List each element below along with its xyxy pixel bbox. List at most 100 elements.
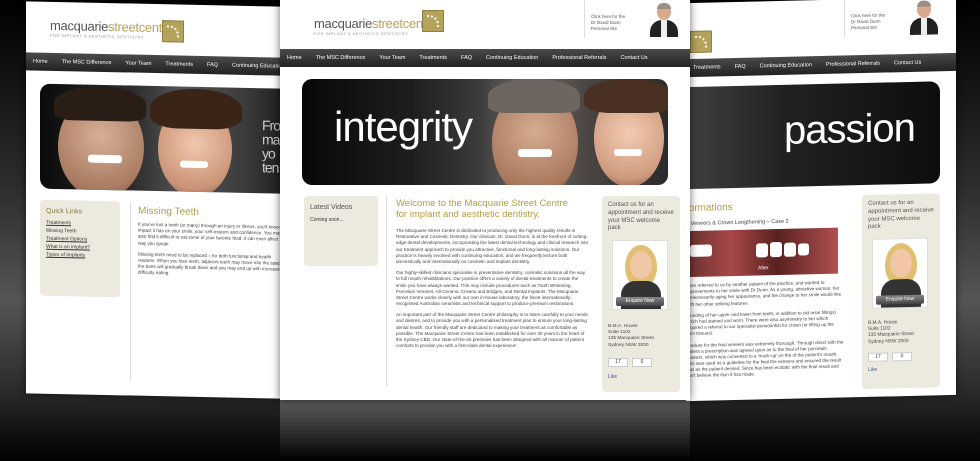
body-paragraph: ocedure for the final veneers was extrem… bbox=[686, 338, 844, 379]
nav-professional-referrals[interactable]: Professional Referrals bbox=[819, 61, 887, 69]
page-body: been referred to us by another patient o… bbox=[686, 279, 844, 384]
nav-treatments[interactable]: Treatments bbox=[686, 64, 728, 71]
nav-contact-us[interactable]: Contact Us bbox=[887, 60, 928, 67]
logo-tagline: FOR IMPLANT & AESTHETIC DENTISTRY bbox=[314, 31, 409, 36]
nav-faq[interactable]: FAQ bbox=[454, 55, 479, 61]
site-logo[interactable]: macquariestreetcentre FOR IMPLANT & AEST… bbox=[314, 16, 437, 36]
nav-home[interactable]: Home bbox=[26, 58, 55, 65]
left-page-preview: macquariestreetcentre FOR IMPLANT & AEST… bbox=[26, 1, 282, 399]
body-paragraph: An important part of the Macquarie Stree… bbox=[396, 312, 588, 349]
logo-prefix: macquarie bbox=[314, 16, 372, 31]
center-page-preview: macquariestreetcentre FOR IMPLANT & AEST… bbox=[280, 0, 690, 400]
hero-line-4: ten s bbox=[262, 159, 282, 176]
tooth bbox=[770, 241, 782, 258]
hero-tagline: From make yo ten s bbox=[262, 117, 282, 176]
welcome-line: for implant and aesthetic dentistry. bbox=[396, 209, 540, 221]
hero-banner: passion bbox=[686, 81, 940, 190]
latest-videos-box: Latest Videos Coming soon... bbox=[304, 196, 378, 266]
hero-smile bbox=[88, 154, 122, 164]
body-paragraph: If you've lost a tooth (or many) through… bbox=[138, 221, 282, 246]
hero-banner: From make yo ten s bbox=[40, 83, 282, 195]
tooth bbox=[690, 244, 712, 257]
nav-contact-us[interactable]: Contact Us bbox=[613, 55, 654, 61]
facebook-like-button[interactable]: Like bbox=[868, 367, 877, 373]
contact-heading: Contact us for an appointment and receiv… bbox=[868, 199, 934, 231]
nav-faq[interactable]: FAQ bbox=[200, 62, 225, 69]
logo-mark-icon bbox=[690, 30, 712, 53]
body-paragraph: rounding of her upper and lower front te… bbox=[686, 309, 836, 337]
hero-man-hair bbox=[54, 85, 146, 122]
latest-videos-text: Coming soon... bbox=[310, 217, 344, 223]
address-line: 135 Macquarie Street bbox=[608, 336, 654, 342]
body-paragraph: Our highly-skilled clinicians specialise… bbox=[396, 270, 586, 307]
hero-woman-smile bbox=[180, 160, 208, 169]
hero-word: passion bbox=[784, 105, 915, 153]
doctor-link-text: Click here for the Dr David Dunn Persona… bbox=[591, 14, 625, 32]
column-divider bbox=[130, 201, 131, 382]
doctor-link-text: Click here for the Dr David Dunn Persona… bbox=[851, 13, 885, 31]
doctor-link-line: Dr David Dunn bbox=[591, 19, 621, 25]
floor-reflection bbox=[280, 400, 690, 461]
tooth bbox=[784, 242, 796, 257]
nav-treatments[interactable]: Treatments bbox=[412, 55, 454, 61]
facebook-like-button[interactable]: Like bbox=[608, 374, 617, 380]
welcome-heading: Welcome to the Macquarie Street Centre f… bbox=[396, 198, 568, 221]
main-nav: Home The MSC Difference Your Team Treatm… bbox=[26, 52, 282, 76]
doctor-link-line: Personal site bbox=[591, 25, 618, 31]
nav-msc-difference[interactable]: The MSC Difference bbox=[309, 55, 373, 61]
doctor-photo bbox=[908, 0, 940, 35]
after-label: After bbox=[758, 265, 769, 272]
contact-box: Contact us for an appointment and receiv… bbox=[602, 196, 680, 392]
doctor-photo bbox=[648, 3, 680, 37]
nav-continuing-education[interactable]: Continuing Education bbox=[753, 62, 819, 70]
body-paragraph: Missing teeth need to be replaced – for … bbox=[138, 251, 282, 276]
hero-man-hair bbox=[488, 79, 580, 113]
body-paragraph: The Macquarie Street Centre is dedicated… bbox=[396, 228, 589, 264]
enquire-now-button[interactable]: Enquire Now bbox=[616, 297, 664, 306]
address-line: Sydney NSW 2000 bbox=[608, 342, 649, 348]
doctor-link-line: Click here for the bbox=[591, 14, 626, 19]
quick-link-types-of-implants[interactable]: Types of Implants bbox=[40, 251, 120, 261]
hero-woman-smile bbox=[614, 149, 642, 156]
latest-videos-title: Latest Videos bbox=[310, 204, 353, 211]
right-page-preview: Click here for the Dr David Dunn Persona… bbox=[686, 0, 956, 402]
quick-links-box: Quick Links Treatments Missing Teeth Tre… bbox=[40, 199, 120, 298]
page-heading: Missing Teeth bbox=[138, 205, 199, 218]
column-divider bbox=[386, 196, 387, 386]
main-nav: Home The MSC Difference Your Team Treatm… bbox=[280, 49, 690, 67]
body-paragraph: been referred to us by another patient o… bbox=[686, 279, 842, 307]
hero-woman-hair bbox=[150, 87, 242, 130]
main-nav: Treatments FAQ Continuing Education Prof… bbox=[686, 52, 956, 78]
nav-faq[interactable]: FAQ bbox=[728, 64, 753, 71]
nav-professional-referrals[interactable]: Professional Referrals bbox=[545, 55, 613, 61]
nav-treatments[interactable]: Treatments bbox=[158, 61, 200, 68]
address-block: B.M.A. House Suite 1102 135 Macquarie St… bbox=[868, 320, 914, 346]
page-body: If you've lost a tooth (or many) through… bbox=[138, 222, 282, 285]
nav-msc-difference[interactable]: The MSC Difference bbox=[55, 59, 119, 66]
logo-mark-icon bbox=[162, 20, 184, 43]
site-logo[interactable]: macquariestreetcentre FOR IMPLANT & AEST… bbox=[50, 18, 173, 41]
share-count: 0 bbox=[632, 358, 652, 367]
hero-woman-hair bbox=[584, 79, 668, 113]
hero-word: integrity bbox=[334, 103, 473, 150]
hero-smile bbox=[518, 149, 552, 157]
address-line: Sydney NSW 2000 bbox=[868, 338, 909, 345]
enquire-now-button[interactable]: Enquire Now bbox=[876, 294, 924, 305]
tooth bbox=[798, 243, 809, 256]
address-block: B.M.A. House Suite 1102 135 Macquarie St… bbox=[608, 324, 654, 349]
doctor-link-line: Personal site bbox=[851, 24, 878, 31]
logo-prefix: macquarie bbox=[50, 17, 108, 35]
quick-links-title: Quick Links bbox=[46, 207, 83, 216]
like-count: 17 bbox=[608, 358, 628, 367]
nav-your-team[interactable]: Your Team bbox=[118, 60, 158, 67]
page-body: The Macquarie Street Centre is dedicated… bbox=[396, 228, 590, 354]
nav-continuing-education[interactable]: Continuing Education bbox=[479, 55, 545, 61]
nav-your-team[interactable]: Your Team bbox=[372, 55, 412, 61]
doctor-link-box[interactable]: Click here for the Dr David Dunn Persona… bbox=[844, 0, 948, 38]
nav-continuing-education[interactable]: Continuing Education bbox=[225, 62, 282, 70]
tooth bbox=[756, 243, 768, 258]
after-photo: After bbox=[686, 227, 838, 278]
nav-home[interactable]: Home bbox=[280, 55, 309, 61]
doctor-link-box[interactable]: Click here for the Dr David Dunn Persona… bbox=[584, 0, 688, 38]
page-heading: formations bbox=[686, 202, 733, 215]
